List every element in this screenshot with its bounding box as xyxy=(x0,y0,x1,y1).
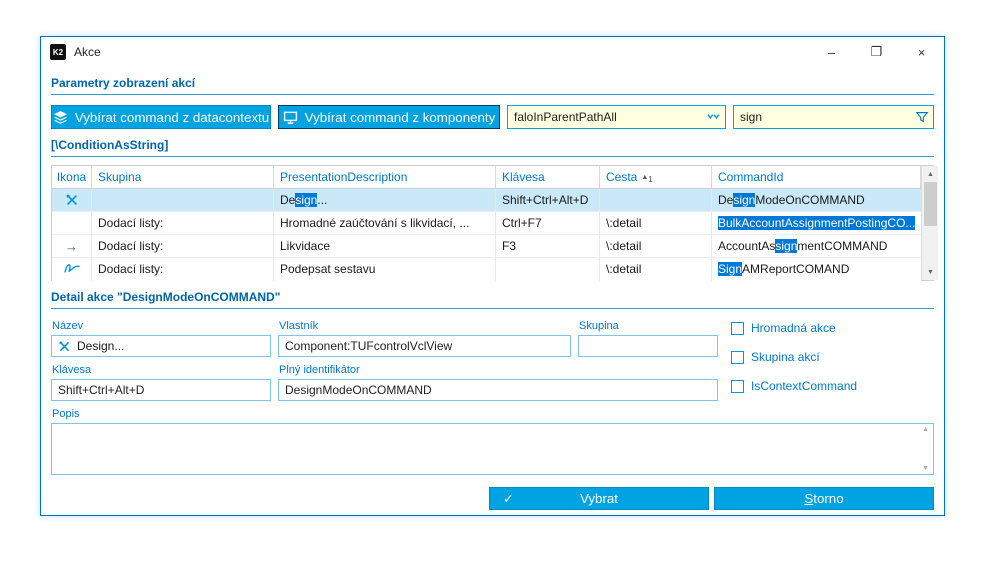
select-command-component-button[interactable]: Vybírat command z komponenty xyxy=(278,105,500,129)
cell-cesta: \:detail xyxy=(600,235,712,257)
plny-identifikator-input[interactable] xyxy=(285,383,711,397)
cell-presentation: Hromadné zaúčtování s likvidací, ... xyxy=(274,212,496,234)
section-detail-header: Detail akce "DesignModeOnCOMMAND" xyxy=(51,290,934,309)
app-logo-icon: K2 xyxy=(50,44,66,60)
plny-identifikator-label: Plný identifikátor xyxy=(279,364,360,376)
cell-presentation: Likvidace xyxy=(274,235,496,257)
section-params-header: Parametry zobrazení akcí xyxy=(51,76,934,95)
checkbox-iscontextcommand[interactable]: IsContextCommand xyxy=(731,379,857,393)
column-header-presentationdescription[interactable]: PresentationDescription xyxy=(274,166,496,188)
checkbox-box[interactable] xyxy=(731,379,744,393)
column-header-ikona[interactable]: Ikona xyxy=(52,166,92,188)
section-condition-header: [\ConditionAsString] xyxy=(51,138,934,157)
checkbox-column: Hromadná akce Skupina akcí IsContextComm… xyxy=(731,321,857,408)
nazev-field[interactable]: Design... xyxy=(51,335,271,357)
filter-funnel-icon[interactable] xyxy=(915,110,929,124)
minimize-button[interactable]: – xyxy=(809,37,854,67)
cell-skupina: Dodací listy: xyxy=(92,258,274,281)
sort-order-index: 1 xyxy=(648,175,653,184)
window-title: Akce xyxy=(74,45,101,59)
table-row[interactable]: Dodací listy: Hromadné zaúčtování s likv… xyxy=(52,212,922,235)
parent-path-field-wrap xyxy=(507,105,726,129)
layers-icon xyxy=(53,110,68,125)
close-button[interactable]: × xyxy=(899,37,944,67)
scroll-up-icon[interactable]: ▲ xyxy=(922,166,938,182)
filter-field-wrap xyxy=(733,105,934,129)
table-row[interactable]: → Dodací listy: Likvidace F3 \:detail Ac… xyxy=(52,235,922,258)
cell-commandid: DesignModeOnCOMMAND xyxy=(718,193,865,207)
arrow-right-icon: → xyxy=(65,239,78,254)
vlastnik-label: Vlastník xyxy=(279,320,319,332)
cell-klavesa: Ctrl+F7 xyxy=(496,212,600,234)
monitor-icon xyxy=(283,110,298,125)
cell-klavesa: Shift+Ctrl+Alt+D xyxy=(496,189,600,211)
scrollbar-thumb[interactable] xyxy=(923,182,937,226)
cell-klavesa xyxy=(496,258,600,281)
cell-commandid: BulkAccountAssignmentPostingCO... xyxy=(718,216,916,230)
akce-dialog: K2 Akce – ❐ × Parametry zobrazení akcí V… xyxy=(40,36,945,516)
storno-button[interactable]: Storno xyxy=(714,487,934,510)
column-header-commandid[interactable]: CommandId xyxy=(712,166,922,188)
checkbox-box[interactable] xyxy=(731,321,744,335)
cell-skupina: Dodací listy: xyxy=(92,212,274,234)
design-tools-icon xyxy=(58,340,71,353)
cell-cesta xyxy=(600,189,712,211)
checkbox-box[interactable] xyxy=(731,350,744,364)
title-bar: K2 Akce – ❐ × xyxy=(41,37,944,67)
nazev-value: Design... xyxy=(77,339,125,353)
actions-table: Ikona Skupina PresentationDescription Kl… xyxy=(51,165,939,281)
table-header-row: Ikona Skupina PresentationDescription Kl… xyxy=(52,166,922,189)
klavesa-label: Klávesa xyxy=(52,364,92,376)
filter-input[interactable] xyxy=(740,110,911,124)
cell-cesta: \:detail xyxy=(600,212,712,234)
cell-commandid: AccountAssignmentCOMMAND xyxy=(718,239,888,253)
vlastnik-input[interactable] xyxy=(285,339,564,353)
design-tools-icon xyxy=(65,193,79,207)
select-command-datacontext-button[interactable]: Vybírat command z datacontextu xyxy=(51,105,271,129)
signature-icon xyxy=(63,262,80,274)
cell-klavesa: F3 xyxy=(496,235,600,257)
checkbox-label: IsContextCommand xyxy=(751,379,858,393)
table-scrollbar[interactable]: ▲ ▼ xyxy=(921,166,939,280)
skupina-label: Skupina xyxy=(579,320,619,332)
cell-commandid: SignAMReportCOMAND xyxy=(718,262,850,276)
column-header-klavesa[interactable]: Klávesa xyxy=(496,166,600,188)
scroll-up-icon[interactable]: ▲ xyxy=(922,426,929,433)
maximize-button[interactable]: ❐ xyxy=(854,37,899,67)
scroll-down-icon[interactable]: ▼ xyxy=(922,264,938,280)
popis-scrollbar[interactable]: ▲ ▼ xyxy=(918,424,933,474)
skupina-input[interactable] xyxy=(585,339,711,353)
select-command-component-label: Vybírat command z komponenty xyxy=(304,109,496,125)
column-header-cesta[interactable]: Cesta ▲1 xyxy=(600,166,712,188)
table-row[interactable]: Dodací listy: Podepsat sestavu \:detail … xyxy=(52,258,922,281)
klavesa-input[interactable] xyxy=(58,383,264,397)
nazev-label: Název xyxy=(52,320,84,332)
table-row[interactable]: Design... Shift+Ctrl+Alt+D DesignModeOnC… xyxy=(52,189,922,212)
cell-cesta: \:detail xyxy=(600,258,712,281)
column-header-skupina[interactable]: Skupina xyxy=(92,166,274,188)
cell-skupina xyxy=(92,189,274,211)
popis-label: Popis xyxy=(52,408,80,420)
checkbox-label: Skupina akcí xyxy=(751,350,820,364)
cell-presentation: Podepsat sestavu xyxy=(274,258,496,281)
detail-form: Název Design... Vlastník Skupina xyxy=(51,313,934,475)
storno-label-initial: S xyxy=(804,491,814,506)
checkbox-label: Hromadná akce xyxy=(751,321,836,335)
vybrat-label: Vybrat xyxy=(579,491,619,506)
vybrat-button[interactable]: ✓ Vybrat xyxy=(489,487,709,510)
cell-skupina: Dodací listy: xyxy=(92,235,274,257)
popis-textarea[interactable] xyxy=(52,424,918,474)
checkbox-hromadna-akce[interactable]: Hromadná akce xyxy=(731,321,857,335)
parent-path-input[interactable] xyxy=(514,110,702,124)
popis-field: ▲ ▼ xyxy=(51,423,934,475)
check-icon: ✓ xyxy=(503,490,514,506)
checkbox-skupina-akci[interactable]: Skupina akcí xyxy=(731,350,857,364)
select-command-datacontext-label: Vybírat command z datacontextu xyxy=(74,109,270,125)
dropdown-chevrons-icon[interactable] xyxy=(706,111,721,124)
storno-label-rest: torno xyxy=(813,491,844,506)
scroll-down-icon[interactable]: ▼ xyxy=(922,465,929,472)
cell-presentation: Design... xyxy=(274,189,496,211)
